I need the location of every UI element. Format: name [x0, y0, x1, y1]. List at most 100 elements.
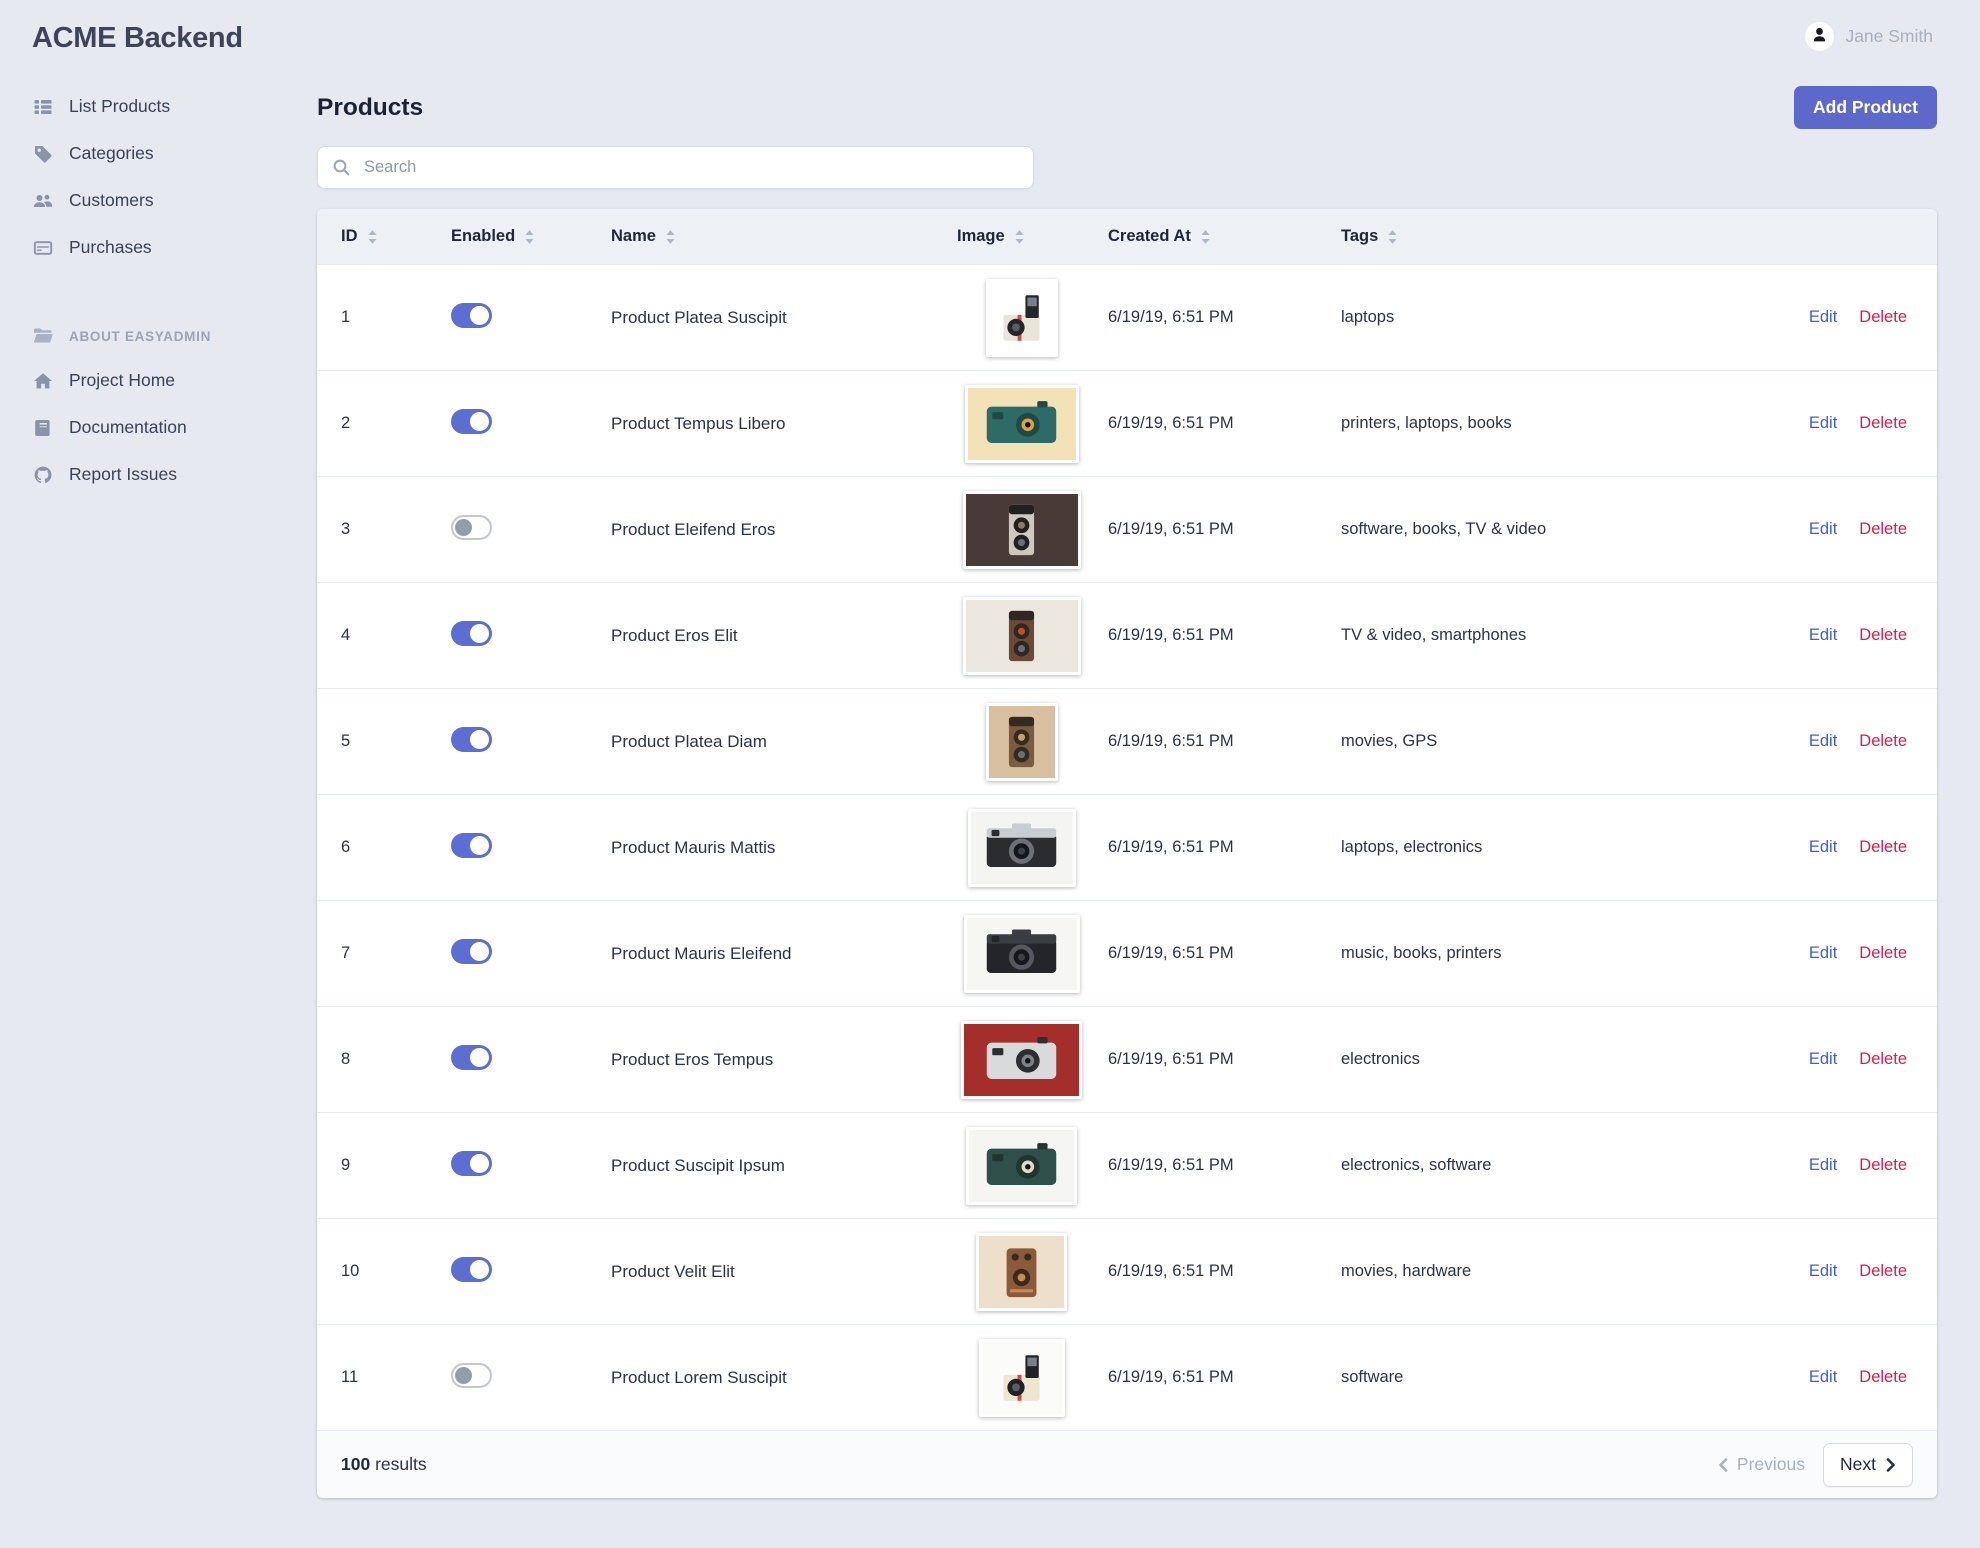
enabled-toggle[interactable]	[451, 938, 492, 964]
created-at: 6/19/19, 6:51 PM	[1108, 732, 1234, 750]
edit-link[interactable]: Edit	[1809, 1050, 1837, 1069]
pagination: Previous Next	[1718, 1442, 1913, 1487]
table-row: 8 Product Eros Tempus 6/19/19, 6:51 PM e…	[317, 1006, 1937, 1112]
sidebar-section-label: ABOUT EASYADMIN	[69, 328, 212, 344]
delete-link[interactable]: Delete	[1859, 520, 1907, 539]
edit-link[interactable]: Edit	[1809, 1368, 1837, 1387]
edit-link[interactable]: Edit	[1809, 414, 1837, 433]
product-name: Product Tempus Libero	[611, 413, 786, 433]
edit-link[interactable]: Edit	[1809, 1156, 1837, 1175]
delete-link[interactable]: Delete	[1859, 944, 1907, 963]
column-header-id[interactable]: ID	[341, 227, 451, 246]
product-image	[962, 490, 1081, 569]
enabled-toggle[interactable]	[451, 514, 492, 540]
product-tags: music, books, printers	[1341, 944, 1502, 962]
enabled-toggle[interactable]	[451, 302, 492, 328]
enabled-toggle[interactable]	[451, 726, 492, 752]
sidebar-item-categories[interactable]: Categories	[32, 130, 317, 177]
chevron-left-icon	[1718, 1457, 1728, 1472]
column-header-created-at[interactable]: Created At	[1108, 227, 1341, 246]
enabled-toggle[interactable]	[451, 1256, 492, 1282]
product-id: 2	[341, 414, 351, 432]
column-header-name[interactable]: Name	[611, 227, 953, 246]
sidebar-item-customers[interactable]: Customers	[32, 177, 317, 224]
column-header-tags[interactable]: Tags	[1341, 227, 1727, 246]
product-name: Product Suscipit Ipsum	[611, 1155, 785, 1175]
users-icon	[32, 190, 54, 212]
sidebar-item-label: Report Issues	[69, 464, 177, 484]
product-image	[964, 384, 1079, 463]
product-name: Product Platea Diam	[611, 731, 767, 751]
edit-link[interactable]: Edit	[1809, 626, 1837, 645]
edit-link[interactable]: Edit	[1809, 838, 1837, 857]
sidebar-item-purchases[interactable]: Purchases	[32, 224, 317, 271]
edit-link[interactable]: Edit	[1809, 732, 1837, 751]
sidebar-item-report-issues[interactable]: Report Issues	[32, 451, 317, 498]
product-name: Product Platea Suscipit	[611, 307, 787, 327]
search-icon	[332, 158, 351, 177]
delete-link[interactable]: Delete	[1859, 1262, 1907, 1281]
enabled-toggle[interactable]	[451, 408, 492, 434]
product-id: 5	[341, 732, 351, 750]
table-row: 7 Product Mauris Eleifend 6/19/19, 6:51 …	[317, 900, 1937, 1006]
edit-link[interactable]: Edit	[1809, 1262, 1837, 1281]
enabled-toggle[interactable]	[451, 832, 492, 858]
sidebar-item-list-products[interactable]: List Products	[32, 83, 317, 130]
product-tags: software, books, TV & video	[1341, 520, 1547, 538]
folder-open-icon	[32, 325, 54, 347]
edit-link[interactable]: Edit	[1809, 308, 1837, 327]
sidebar-nav: List Products Categories Customers Purchase…	[32, 83, 317, 498]
product-tags: TV & video, smartphones	[1341, 626, 1527, 644]
delete-link[interactable]: Delete	[1859, 414, 1907, 433]
table-footer: 100 results Previous Next	[317, 1430, 1937, 1498]
sidebar: ACME Backend List Products Categories Cust…	[0, 0, 317, 498]
delete-link[interactable]: Delete	[1859, 1156, 1907, 1175]
product-name: Product Velit Elit	[611, 1261, 735, 1281]
product-image	[985, 702, 1058, 781]
edit-link[interactable]: Edit	[1809, 520, 1837, 539]
product-tags: electronics	[1341, 1050, 1420, 1068]
sidebar-item-project-home[interactable]: Project Home	[32, 357, 317, 404]
product-name: Product Eros Tempus	[611, 1049, 774, 1069]
list-icon	[32, 96, 54, 118]
delete-link[interactable]: Delete	[1859, 308, 1907, 327]
enabled-toggle[interactable]	[451, 1150, 492, 1176]
table-row: 6 Product Mauris Mattis 6/19/19, 6:51 PM…	[317, 794, 1937, 900]
delete-link[interactable]: Delete	[1859, 1368, 1907, 1387]
created-at: 6/19/19, 6:51 PM	[1108, 1050, 1234, 1068]
delete-link[interactable]: Delete	[1859, 1050, 1907, 1069]
chevron-right-icon	[1886, 1457, 1896, 1472]
sidebar-item-documentation[interactable]: Documentation	[32, 404, 317, 451]
product-tags: printers, laptops, books	[1341, 414, 1512, 432]
delete-link[interactable]: Delete	[1859, 838, 1907, 857]
edit-link[interactable]: Edit	[1809, 944, 1837, 963]
enabled-toggle[interactable]	[451, 1044, 492, 1070]
product-tags: movies, hardware	[1341, 1262, 1472, 1280]
table-row: 11 Product Lorem Suscipit 6/19/19, 6:51 …	[317, 1324, 1937, 1430]
delete-link[interactable]: Delete	[1859, 732, 1907, 751]
enabled-toggle[interactable]	[451, 1362, 492, 1388]
add-product-button[interactable]: Add Product	[1794, 86, 1937, 129]
column-header-enabled[interactable]: Enabled	[451, 227, 611, 246]
created-at: 6/19/19, 6:51 PM	[1108, 308, 1234, 326]
created-at: 6/19/19, 6:51 PM	[1108, 626, 1234, 644]
delete-link[interactable]: Delete	[1859, 626, 1907, 645]
product-image	[962, 596, 1081, 675]
next-button[interactable]: Next	[1823, 1442, 1913, 1487]
table-row: 3 Product Eleifend Eros 6/19/19, 6:51 PM…	[317, 476, 1937, 582]
search-box	[317, 146, 1034, 189]
product-id: 6	[341, 838, 351, 856]
column-header-image[interactable]: Image	[957, 227, 1025, 246]
created-at: 6/19/19, 6:51 PM	[1108, 944, 1234, 962]
product-name: Product Lorem Suscipit	[611, 1367, 787, 1387]
table-header: ID Enabled Name Image Created At Tags	[317, 209, 1937, 264]
enabled-toggle[interactable]	[451, 620, 492, 646]
product-image	[963, 914, 1080, 993]
sidebar-item-label: Project Home	[69, 370, 176, 390]
search-input[interactable]	[362, 157, 1019, 178]
created-at: 6/19/19, 6:51 PM	[1108, 520, 1234, 538]
previous-button[interactable]: Previous	[1718, 1454, 1805, 1475]
table-row: 4 Product Eros Elit 6/19/19, 6:51 PM TV …	[317, 582, 1937, 688]
product-tags: laptops	[1341, 308, 1395, 326]
product-id: 7	[341, 944, 351, 962]
